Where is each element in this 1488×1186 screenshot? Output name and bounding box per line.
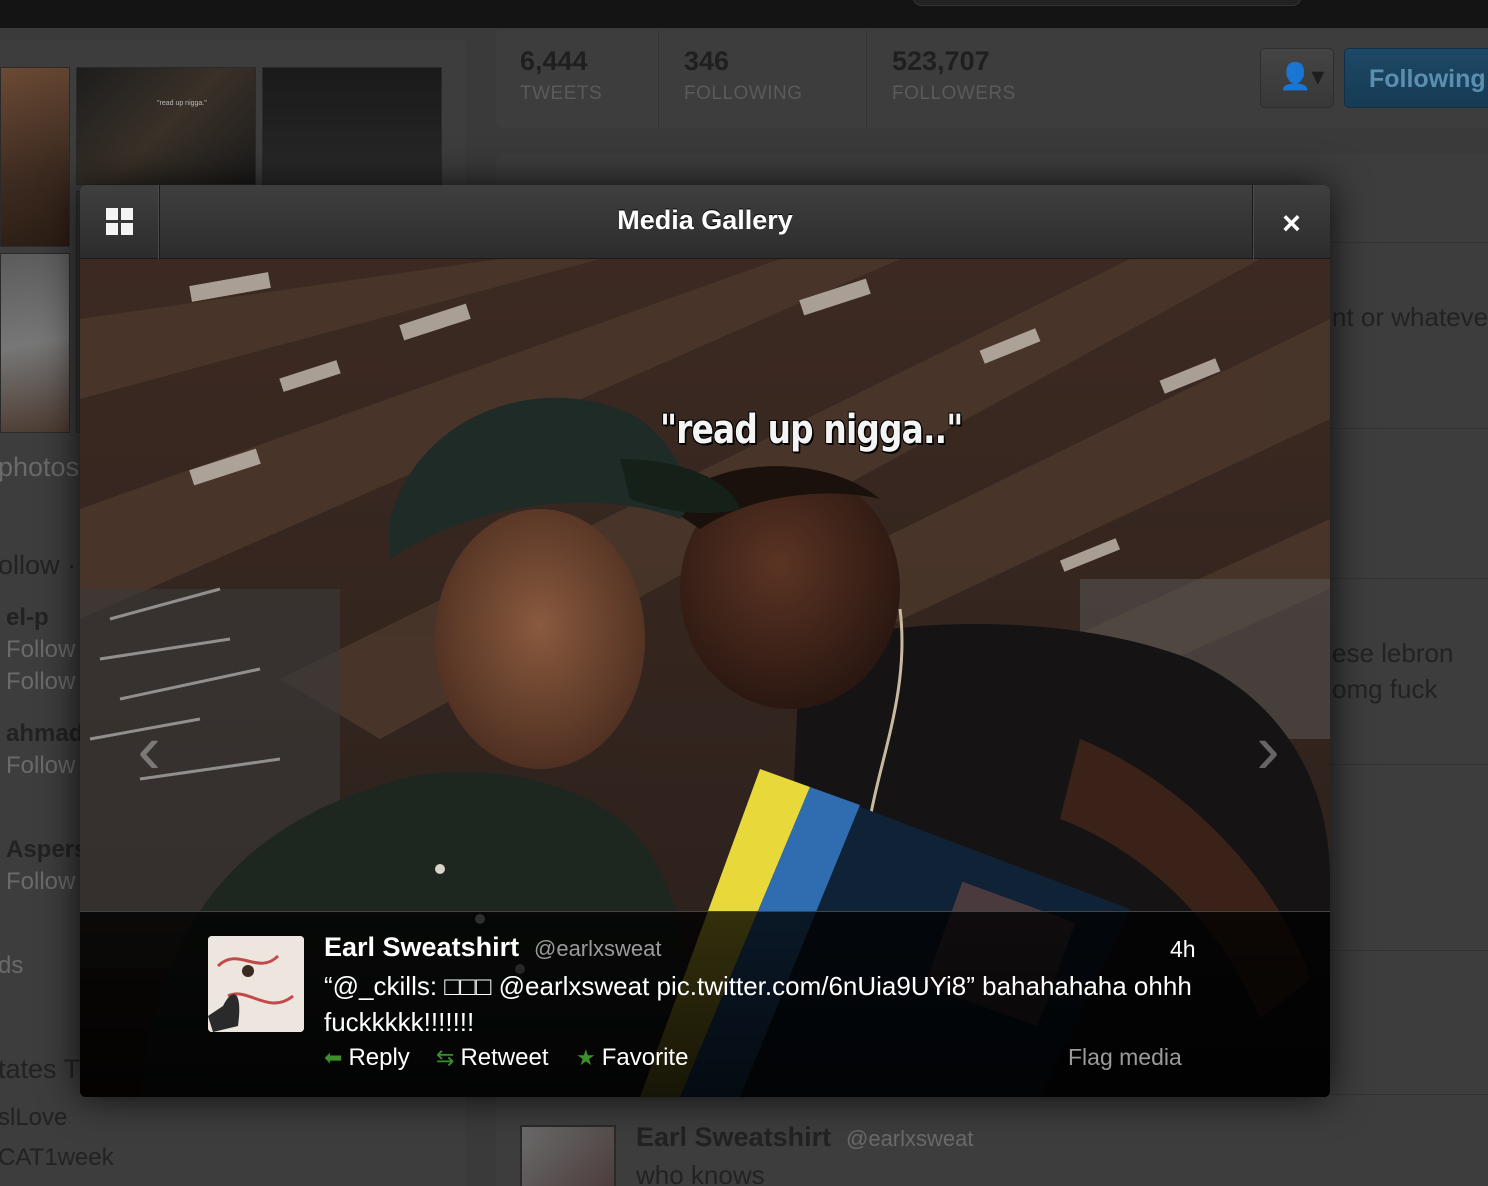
suggestion-name[interactable]: el-p xyxy=(6,604,49,632)
reply-icon: ⬅ xyxy=(324,1045,343,1070)
divider xyxy=(658,30,659,128)
feed-tweet-snippet: nt or whateve xyxy=(1332,302,1488,332)
previous-arrow-icon[interactable]: ‹ xyxy=(124,709,174,789)
stat-value: 6,444 xyxy=(520,46,588,76)
close-icon[interactable]: × xyxy=(1252,185,1330,259)
feed-tweet-snippet: omg fuck xyxy=(1332,674,1438,704)
photo-thumbnail[interactable] xyxy=(262,67,442,185)
suggestion-follow[interactable]: Follow xyxy=(6,752,75,780)
feed-tweet-snippet: ese lebron xyxy=(1332,638,1454,668)
feed-tweet-name[interactable]: Earl Sweatshirt xyxy=(636,1122,831,1153)
photo-thumbnail-caption: "read up nigga." xyxy=(157,100,207,107)
tweet-author-handle[interactable]: @earlxsweat xyxy=(534,936,662,962)
following-button-label: Following xyxy=(1369,65,1486,93)
trends-heading: ds xyxy=(0,952,24,979)
favorite-label: Favorite xyxy=(601,1044,689,1071)
trend-item[interactable]: CAT1week xyxy=(0,1144,114,1172)
modal-header: Media Gallery × xyxy=(80,185,1330,259)
suggestion-name[interactable]: Aspers xyxy=(6,836,87,864)
favorite-button[interactable]: ★ Favorite xyxy=(576,1044,688,1072)
stat-label: TWEETS xyxy=(520,83,603,104)
suggestion-name[interactable]: ahmad xyxy=(6,720,83,748)
stat-followers[interactable]: 523,707 FOLLOWERS xyxy=(892,46,1016,105)
search-box[interactable] xyxy=(912,0,1302,6)
avatar[interactable] xyxy=(208,936,304,1032)
media-gallery-modal: Media Gallery × "read up nigga.." ‹ › Ea… xyxy=(80,185,1330,1097)
avatar[interactable] xyxy=(520,1125,616,1186)
photo-thumbnail[interactable] xyxy=(0,253,70,433)
grid-view-button[interactable] xyxy=(80,185,160,259)
tweet-timestamp[interactable]: 4h xyxy=(1170,936,1196,963)
feed-tweet-text: who knows xyxy=(636,1160,765,1186)
trend-item[interactable]: slLove xyxy=(0,1104,67,1132)
top-navigation-bar xyxy=(0,0,1488,28)
gallery-photo[interactable]: "read up nigga.." ‹ › Earl Sweatshirt @e… xyxy=(80,259,1330,1097)
retweet-icon: ⇆ xyxy=(436,1045,455,1070)
tweet-text: “@_ckills: □□□ @earlxsweat pic.twitter.c… xyxy=(324,971,1192,1037)
suggestion-follow[interactable]: Follow xyxy=(6,636,75,664)
following-button[interactable]: Following xyxy=(1344,48,1488,108)
next-arrow-icon[interactable]: › xyxy=(1243,709,1293,789)
stat-label: FOLLOWING xyxy=(684,83,803,104)
photo-thumbnail[interactable] xyxy=(0,67,70,247)
flag-media-link[interactable]: Flag media xyxy=(1068,1044,1182,1071)
suggestion-follow[interactable]: Follow xyxy=(6,668,75,696)
photos-link[interactable]: photos xyxy=(0,452,79,483)
stat-tweets[interactable]: 6,444 TWEETS xyxy=(520,46,602,105)
feed-tweet-handle[interactable]: @earlxsweat xyxy=(846,1126,974,1152)
trends-title: tates T xyxy=(0,1054,81,1084)
retweet-label: Retweet xyxy=(460,1044,549,1071)
reply-button[interactable]: ⬅ Reply xyxy=(324,1044,410,1072)
who-to-follow-heading: ollow · xyxy=(0,550,77,580)
divider xyxy=(866,30,867,128)
stat-following[interactable]: 346 FOLLOWING xyxy=(684,46,803,105)
stat-value: 523,707 xyxy=(892,46,990,76)
photo-thumbnail[interactable]: "read up nigga." xyxy=(76,67,256,185)
avatar-image xyxy=(208,936,304,1032)
suggestion-follow[interactable]: Follow xyxy=(6,868,75,896)
reply-label: Reply xyxy=(348,1044,410,1071)
stat-value: 346 xyxy=(684,46,730,76)
stat-label: FOLLOWERS xyxy=(892,83,1016,104)
tweet-author-name[interactable]: Earl Sweatshirt xyxy=(324,932,519,963)
profile-stats-bar: 6,444 TWEETS 346 FOLLOWING 523,707 FOLLO… xyxy=(496,30,1488,128)
image-caption: "read up nigga.." xyxy=(660,407,963,453)
retweet-button[interactable]: ⇆ Retweet xyxy=(436,1044,548,1072)
user-actions-button[interactable]: 👤▾ xyxy=(1260,48,1334,108)
tweet-details-panel: Earl Sweatshirt @earlxsweat 4h “@_ckills… xyxy=(80,911,1330,1097)
star-icon: ★ xyxy=(576,1045,596,1070)
modal-title: Media Gallery xyxy=(617,205,793,235)
user-dropdown-icon: 👤▾ xyxy=(1279,61,1325,91)
